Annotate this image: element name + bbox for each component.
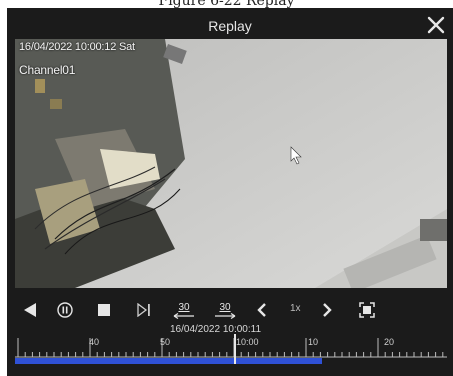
stop-icon [98,304,110,316]
speed-down-icon [257,303,266,317]
speed-indicator: 1x [290,303,301,314]
skip-back-30-button[interactable]: 30 [170,298,198,322]
reverse-play-button[interactable] [21,298,39,322]
skip-forward-30-icon [215,312,236,319]
osd-channel: Channel01 [19,63,76,77]
video-view[interactable]: 16/04/2022 10:00:12 Sat Channel01 [15,39,447,288]
frame-step-icon [137,303,150,317]
skip-back-30-icon [173,312,194,319]
tick-label: 50 [160,337,171,347]
fullscreen-button[interactable] [357,298,377,322]
close-button[interactable] [423,12,449,38]
tick-label: 40 [89,337,100,347]
speed-down-button[interactable] [253,298,271,322]
speed-up-icon [323,303,332,317]
play-reverse-icon [24,303,36,317]
frame-step-button[interactable] [135,298,153,322]
timeline[interactable]: 16/04/2022 10:00:11 40 50 10:00 10 20 [15,324,447,368]
figure-caption: Figure 6-22 Replay [158,0,295,9]
pause-icon [57,302,73,318]
tick-label: 10 [308,337,319,347]
speed-up-button[interactable] [318,298,336,322]
tick-label: 20 [384,337,395,347]
stop-button[interactable] [95,298,113,322]
camera-frame [15,39,447,288]
skip-forward-label: 30 [219,301,231,313]
pause-button[interactable] [55,298,75,322]
osd-timestamp: 16/04/2022 10:00:12 Sat [19,41,135,53]
fullscreen-icon [359,302,375,318]
timeline-ruler [15,338,447,358]
timeline-progress [15,358,322,364]
close-icon [427,16,445,34]
playhead[interactable] [234,334,236,364]
skip-forward-30-button[interactable]: 30 [211,298,239,322]
skip-back-label: 30 [178,301,190,313]
tick-label: 10:00 [236,337,259,347]
window-title: Replay [208,18,252,34]
